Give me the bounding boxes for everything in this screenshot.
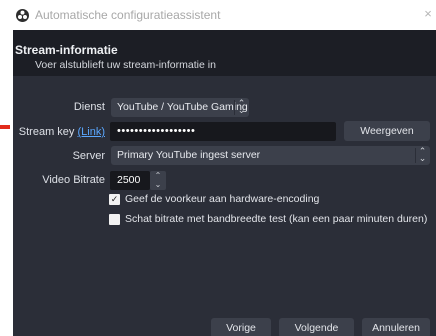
window-title: Automatische configuratieassistent xyxy=(35,8,221,22)
service-value: YouTube / YouTube Gaming xyxy=(117,101,248,113)
hardware-encoding-label: Geef de voorkeur aan hardware-encoding xyxy=(125,193,320,205)
stream-key-label: Stream key (Link) xyxy=(13,126,105,138)
up-down-chevron-icon: ⌃ ⌄ xyxy=(415,147,429,163)
title-bar: Automatische configuratieassistent × xyxy=(0,0,436,30)
server-select[interactable]: Primary YouTube ingest server ⌃ ⌄ xyxy=(111,146,430,165)
hardware-encoding-option[interactable]: ✓ Geef de voorkeur aan hardware-encoding xyxy=(109,193,409,207)
bandwidth-test-checkbox[interactable] xyxy=(109,214,120,225)
server-value: Primary YouTube ingest server xyxy=(117,149,261,161)
page-subtitle: Voer alstublieft uw stream-informatie in xyxy=(35,59,216,71)
hardware-encoding-checkbox[interactable]: ✓ xyxy=(109,194,120,205)
show-stream-key-button[interactable]: Weergeven xyxy=(344,121,430,141)
stream-key-label-text: Stream key xyxy=(18,126,75,138)
stream-key-link[interactable]: (Link) xyxy=(77,126,105,138)
video-bitrate-input[interactable]: 2500 xyxy=(110,171,150,190)
obs-logo-icon xyxy=(16,9,29,22)
service-select[interactable]: YouTube / YouTube Gaming ⌃ ⌄ xyxy=(111,98,249,117)
up-down-chevron-icon: ⌃ ⌄ xyxy=(234,99,248,115)
stream-key-input[interactable]: •••••••••••••••••• xyxy=(110,122,336,141)
bandwidth-test-label: Schat bitrate met bandbreedte test (kan … xyxy=(125,213,428,225)
cancel-button[interactable]: Annuleren xyxy=(362,318,430,336)
edge-marker xyxy=(0,125,10,129)
back-button[interactable]: Vorige xyxy=(211,318,271,336)
page-header: Stream-informatie Voer alstublieft uw st… xyxy=(13,30,436,76)
video-bitrate-label: Video Bitrate xyxy=(42,174,105,186)
server-label: Server xyxy=(72,150,105,162)
close-icon[interactable]: × xyxy=(420,6,436,22)
service-label: Dienst xyxy=(73,101,105,113)
bandwidth-test-option[interactable]: Schat bitrate met bandbreedte test (kan … xyxy=(109,213,429,227)
wizard-window: Stream-informatie Voer alstublieft uw st… xyxy=(13,30,436,336)
next-button[interactable]: Volgende xyxy=(279,318,354,336)
bitrate-stepper[interactable]: ⌃ ⌄ xyxy=(150,171,166,190)
page-title: Stream-informatie xyxy=(15,43,118,57)
